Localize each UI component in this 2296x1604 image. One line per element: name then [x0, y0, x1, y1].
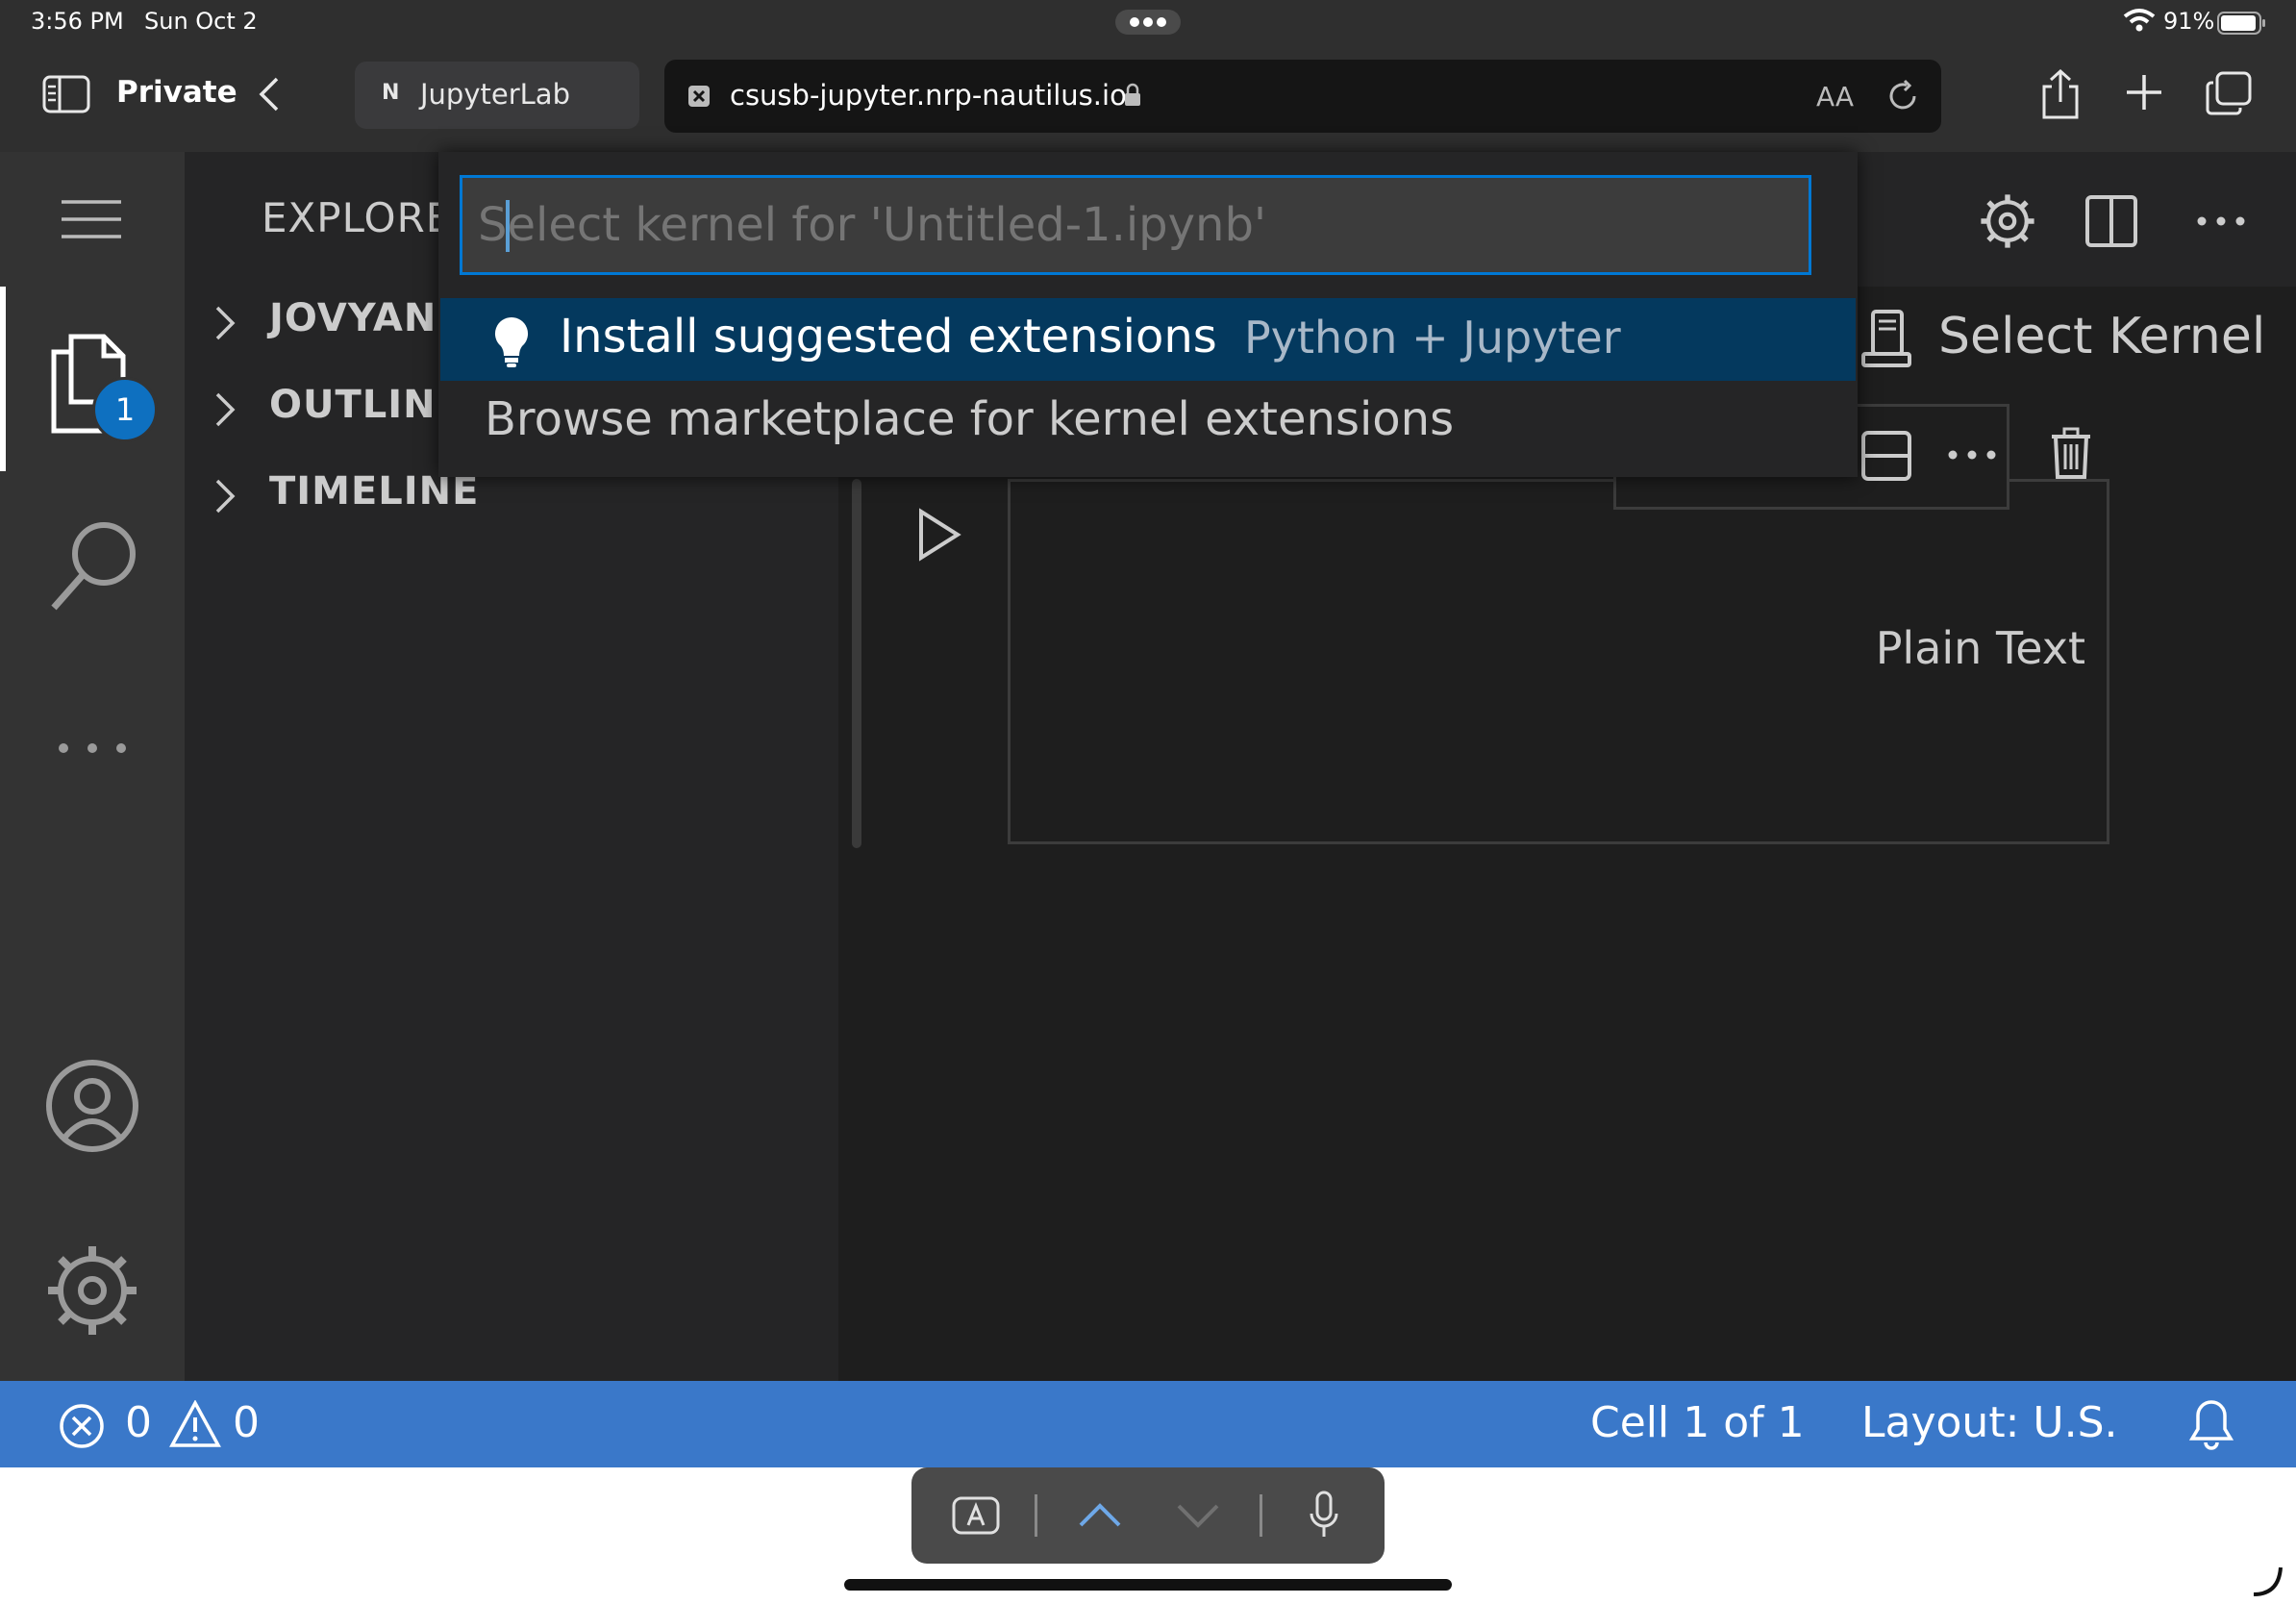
- tab-title: JupyterLab: [420, 78, 570, 111]
- status-time: 3:56 PM: [31, 8, 124, 35]
- url-text: csusb-jupyter.nrp-nautilus.io: [730, 79, 1127, 112]
- settings-gear-icon[interactable]: [1979, 192, 2036, 250]
- quick-pick-item-browse[interactable]: Browse marketplace for kernel extensions: [440, 381, 1856, 464]
- tab-jupyterlab[interactable]: N JupyterLab: [355, 62, 639, 129]
- item-description: Python + Jupyter: [1244, 312, 1621, 363]
- separator: [1035, 1494, 1037, 1537]
- item-label: Install suggested extensions: [560, 310, 1217, 363]
- safari-toolbar: Private N JupyterLab csusb-jupyter.nrp-n…: [0, 46, 2296, 152]
- explorer-badge: 1: [92, 377, 158, 442]
- cell-position[interactable]: Cell 1 of 1: [1590, 1398, 1805, 1447]
- menu-hamburger-icon[interactable]: [60, 198, 123, 240]
- back-chevron-icon[interactable]: [256, 75, 281, 113]
- more-actions-icon[interactable]: [2196, 215, 2246, 227]
- battery-percent: 91%: [2163, 8, 2215, 35]
- lightbulb-icon: [492, 315, 531, 369]
- reload-icon[interactable]: [1885, 79, 1920, 113]
- previous-chevron-up-icon[interactable]: [1077, 1500, 1123, 1529]
- text-cursor: [506, 200, 510, 252]
- more-views-icon[interactable]: [54, 740, 131, 756]
- scrollbar[interactable]: [852, 479, 861, 848]
- active-indicator: [0, 287, 6, 471]
- select-kernel-button[interactable]: Select Kernel: [1938, 308, 2265, 365]
- split-cell-icon[interactable]: [1860, 430, 1912, 482]
- resize-corner-icon[interactable]: [2250, 1564, 2284, 1598]
- search-icon[interactable]: [48, 517, 140, 614]
- chevron-right-icon: [215, 479, 236, 514]
- kernel-server-icon[interactable]: [1859, 308, 1913, 369]
- reader-button[interactable]: AA: [1816, 81, 1854, 113]
- chevron-right-icon: [215, 306, 236, 340]
- keyboard-accessory-area: [0, 1467, 2296, 1604]
- sidebar-toggle-icon[interactable]: [42, 75, 90, 113]
- chevron-right-icon: [215, 392, 236, 427]
- keyboard-shortcut-bar: [911, 1467, 1385, 1564]
- code-cell[interactable]: Plain Text: [1008, 479, 2109, 844]
- site-favicon-icon: [687, 85, 711, 108]
- quick-pick-item-install[interactable]: Install suggested extensions Python + Ju…: [440, 298, 1856, 381]
- tabs-overview-icon[interactable]: [2206, 71, 2252, 115]
- error-count: 0: [125, 1398, 152, 1447]
- private-label[interactable]: Private: [116, 75, 237, 110]
- status-bar: 0 0 Cell 1 of 1 Layout: U.S.: [0, 1381, 2296, 1467]
- section-label: OUTLINE: [269, 383, 463, 427]
- warning-icon: [169, 1400, 221, 1447]
- battery-icon: [2217, 12, 2267, 35]
- kernel-quick-pick: Install suggested extensions Python + Ju…: [438, 152, 1858, 477]
- multitasking-dots-icon[interactable]: [1115, 10, 1181, 35]
- keyboard-layout[interactable]: Layout: U.S.: [1861, 1398, 2118, 1447]
- separator: [1260, 1494, 1262, 1537]
- kernel-search-input[interactable]: [460, 175, 1811, 275]
- account-icon[interactable]: [44, 1058, 140, 1154]
- lock-icon: [1124, 83, 1141, 108]
- share-icon[interactable]: [2040, 69, 2081, 119]
- microphone-icon[interactable]: [1308, 1491, 1340, 1541]
- delete-cell-trash-icon[interactable]: [2050, 427, 2092, 479]
- item-label: Browse marketplace for kernel extensions: [485, 392, 1455, 446]
- keyboard-text-icon[interactable]: [952, 1496, 1000, 1535]
- run-cell-icon[interactable]: [917, 508, 961, 562]
- home-indicator[interactable]: [844, 1579, 1452, 1591]
- notifications-bell-icon[interactable]: [2188, 1398, 2234, 1450]
- address-bar[interactable]: csusb-jupyter.nrp-nautilus.io AA: [664, 60, 1941, 133]
- error-icon: [60, 1404, 104, 1448]
- status-date: Sun Oct 2: [144, 8, 258, 35]
- warning-count: 0: [233, 1398, 260, 1447]
- ios-status-bar: 3:56 PM Sun Oct 2 91%: [0, 0, 2296, 46]
- new-tab-icon[interactable]: [2125, 73, 2163, 112]
- activity-bar: 1: [0, 152, 185, 1381]
- split-editor-icon[interactable]: [2084, 194, 2138, 248]
- wifi-icon: [2123, 8, 2156, 33]
- settings-gear-icon[interactable]: [44, 1242, 140, 1339]
- cell-language-label[interactable]: Plain Text: [1876, 622, 2085, 674]
- cell-more-icon[interactable]: [1947, 449, 1997, 461]
- next-chevron-down-icon[interactable]: [1175, 1502, 1221, 1531]
- tab-favicon: N: [382, 81, 400, 105]
- section-label: JOVYAN: [269, 296, 437, 340]
